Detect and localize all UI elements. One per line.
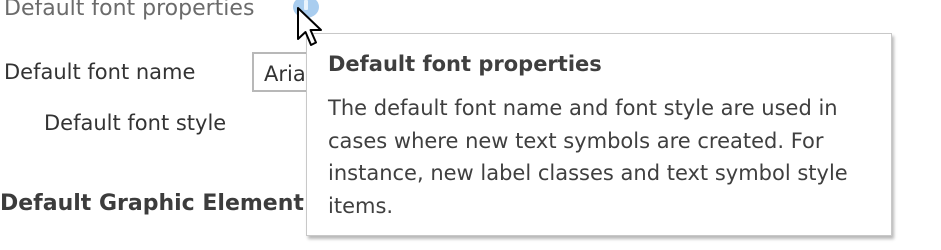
default-font-style-label: Default font style bbox=[44, 111, 227, 135]
tooltip: Default font properties The default font… bbox=[306, 33, 892, 236]
mouse-pointer-icon bbox=[297, 7, 322, 46]
default-font-name-label: Default font name bbox=[4, 60, 196, 84]
subsection-title: Default Graphic Element S bbox=[0, 191, 328, 216]
tooltip-body: The default font name and font style are… bbox=[328, 96, 848, 218]
tooltip-title: Default font properties bbox=[328, 52, 602, 76]
section-title: Default font properties bbox=[4, 0, 255, 21]
settings-panel: Default font properties Default font nam… bbox=[0, 0, 941, 250]
